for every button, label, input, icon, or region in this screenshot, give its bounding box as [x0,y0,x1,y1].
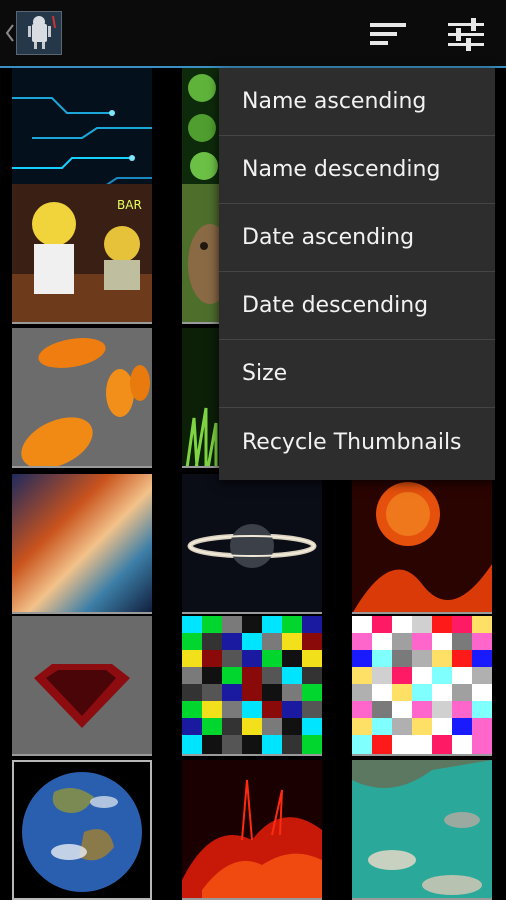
wallpaper-thumbnail[interactable] [182,760,322,900]
settings-button[interactable] [442,12,490,56]
wallpaper-thumbnail[interactable] [182,474,322,614]
planet-image [182,474,322,612]
earth-image [14,762,150,898]
paw-logo-image [12,328,152,466]
wallpaper-thumbnail[interactable] [352,760,492,900]
menu-item-name-ascending[interactable]: Name ascending [219,68,495,136]
menu-item-label: Size [242,361,288,386]
menu-item-label: Date descending [242,293,429,318]
svg-text:BAR: BAR [117,198,142,212]
menu-item-date-ascending[interactable]: Date ascending [219,204,495,272]
sun-image [352,474,492,612]
app-icon[interactable] [16,11,62,55]
wallpaper-thumbnail[interactable] [12,616,152,756]
menu-item-name-descending[interactable]: Name descending [219,136,495,204]
wallpaper-thumbnail[interactable] [12,760,152,900]
chevron-left-icon[interactable] [4,22,16,44]
wallpaper-thumbnail[interactable] [352,616,492,756]
wallpaper-thumbnail[interactable]: BAR [12,184,152,324]
sort-button[interactable] [364,12,412,56]
menu-item-label: Recycle Thumbnails [242,429,462,455]
wallpaper-thumbnail[interactable] [352,474,492,614]
sort-lines-icon [370,23,406,45]
menu-item-size[interactable]: Size [219,340,495,408]
menu-item-label: Name ascending [242,89,427,114]
dark-test-pattern-image [182,616,322,754]
wallpaper-thumbnail[interactable] [182,616,322,756]
android-app-icon [17,12,61,54]
red-flare-image [182,760,322,898]
menu-item-label: Date ascending [242,225,415,250]
superman-logo-image [12,616,152,754]
sliders-icon [448,18,484,51]
menu-item-date-descending[interactable]: Date descending [219,272,495,340]
river-image [352,760,492,898]
wallpaper-thumbnail[interactable] [12,328,152,468]
action-bar [0,0,506,68]
color-streaks-image [12,474,152,612]
sort-menu: Name ascending Name descending Date asce… [219,68,495,480]
menu-item-label: Name descending [242,157,441,182]
wallpaper-thumbnail[interactable] [12,474,152,614]
cartoon-bar-image: BAR [12,184,152,322]
menu-item-recycle-thumbnails[interactable]: Recycle Thumbnails [219,408,495,476]
light-test-pattern-image [352,616,492,754]
